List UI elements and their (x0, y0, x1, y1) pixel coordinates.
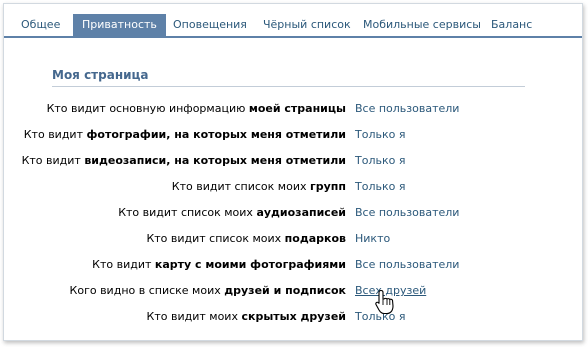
tab-privacy[interactable]: Приватность (73, 14, 166, 36)
privacy-row: Кто видит основную информацию моей стран… (4, 102, 582, 118)
privacy-row-value[interactable]: Только я (355, 180, 405, 193)
privacy-row-value[interactable]: Все пользователи (355, 206, 459, 219)
privacy-row: Кто видит карту с моими фотографиями Все… (4, 258, 582, 274)
privacy-row: Кто видит список моих аудиозаписей Все п… (4, 206, 582, 222)
tab-general[interactable]: Общее (12, 14, 69, 36)
privacy-row-label: Кто видит моих скрытых друзей (146, 310, 346, 323)
section-divider (52, 86, 525, 87)
privacy-row-value[interactable]: Только я (355, 128, 405, 141)
privacy-row-label: Кто видит список моих подарков (146, 232, 346, 245)
privacy-row: Кто видит моих скрытых друзей Только я (4, 310, 582, 326)
tab-blacklist[interactable]: Чёрный список (254, 14, 360, 36)
privacy-row-value[interactable]: Никто (355, 232, 390, 245)
settings-tabs: Общее Приватность Оповещения Чёрный спис… (4, 4, 582, 38)
privacy-row-label: Кто видит видеозаписи, на которых меня о… (21, 154, 346, 167)
hand-pointer-icon (375, 289, 394, 315)
privacy-row-label: Кто видит список моих аудиозаписей (118, 206, 346, 219)
privacy-row-label: Кого видно в списке моих друзей и подпис… (69, 284, 346, 297)
privacy-row-label: Кто видит основную информацию моей стран… (46, 102, 346, 115)
privacy-row-label: Кто видит список моих групп (171, 180, 346, 193)
privacy-row-label: Кто видит карту с моими фотографиями (92, 258, 346, 271)
privacy-row-value[interactable]: Только я (355, 154, 405, 167)
privacy-row: Кого видно в списке моих друзей и подпис… (4, 284, 582, 300)
privacy-row: Кто видит фотографии, на которых меня от… (4, 128, 582, 144)
section-title: Моя страница (52, 68, 149, 82)
privacy-row-value[interactable]: Все пользователи (355, 102, 459, 115)
tab-balance[interactable]: Баланс (482, 14, 541, 36)
privacy-row-value[interactable]: Все пользователи (355, 258, 459, 271)
tab-notifications[interactable]: Оповещения (164, 14, 256, 36)
tab-mobile-services[interactable]: Мобильные сервисы (354, 14, 490, 36)
privacy-row-label: Кто видит фотографии, на которых меня от… (23, 128, 346, 141)
privacy-row: Кто видит список моих групп Только я (4, 180, 582, 196)
settings-panel: Общее Приватность Оповещения Чёрный спис… (3, 3, 583, 341)
privacy-row: Кто видит список моих подарков Никто (4, 232, 582, 248)
privacy-row: Кто видит видеозаписи, на которых меня о… (4, 154, 582, 170)
